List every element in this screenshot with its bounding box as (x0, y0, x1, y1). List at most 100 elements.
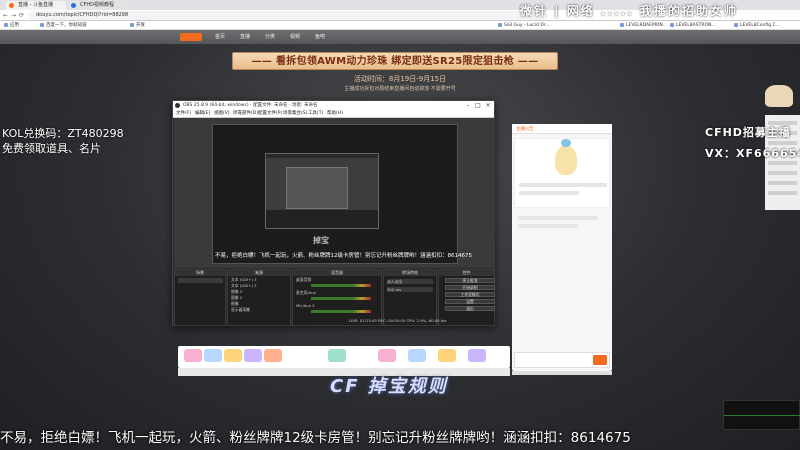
mixer-track-label: 桌面音频 (296, 277, 312, 282)
obs-app-icon (175, 103, 180, 108)
gift-icon[interactable] (184, 349, 202, 362)
bookmark-label: LEVEL8Config C... (740, 23, 780, 28)
bookmark-item[interactable]: 应用 (4, 22, 19, 29)
bookmark-label: 应用 (10, 23, 19, 28)
monitor-line (724, 415, 800, 416)
side-row (768, 191, 797, 195)
chat-footer (512, 371, 612, 375)
gift-icon[interactable] (264, 349, 282, 362)
source-item[interactable]: 图像 3 (231, 289, 242, 294)
source-item[interactable]: 图像 (231, 301, 239, 306)
audio-meter (311, 284, 371, 287)
bookmark-icon (670, 22, 674, 27)
chat-input[interactable] (514, 352, 610, 368)
side-row (768, 161, 797, 165)
source-item[interactable]: 文本 (GDI+) 3 (231, 277, 257, 282)
source-item[interactable]: 显示器采集 (231, 307, 250, 312)
gift-bar (178, 346, 510, 368)
start-recording-button[interactable]: 开始录制 (445, 285, 495, 290)
sources-dock: 来源 文本 (GDI+) 3 文本 (GDI+) 2 图像 3 图像 2 图像 … (227, 269, 291, 326)
bookmark-item[interactable]: 开发 (130, 22, 145, 29)
rules-logo: CF 掉宝规则 (330, 376, 448, 397)
bottom-ticker: 不易，拒绝白嫖！飞机一起玩，火箭、粉丝牌牌12级卡房管！别忘记升粉丝牌牌哟！涵涵… (0, 430, 631, 446)
kol-code: KOL兑换码：ZT480298 (2, 127, 124, 140)
controls-header: 控件 (439, 270, 494, 276)
source-item[interactable]: 图像 2 (231, 295, 242, 300)
nav-category[interactable]: 分类 (265, 34, 275, 41)
reload-icon[interactable]: ⟳ (19, 11, 24, 20)
bookmark-item[interactable]: Sail Guy - Lucid Dr... (498, 22, 550, 29)
gift-icon[interactable] (224, 349, 242, 362)
mixer-track-label: 麦克风/Aux (296, 290, 316, 295)
tab-label: CFHD视频教程 (80, 2, 114, 8)
obs-titlebar: OBS 25.8.9 (64-bit, windows) - 配置文件: 未命名… (173, 101, 494, 110)
card-line (519, 191, 579, 195)
menu-profile[interactable]: 配置文件(P) (258, 110, 282, 118)
obs-preview[interactable]: 掉宝 不易，拒绝白嫖！飞机一起玩，火箭、粉丝牌牌12级卡房管！别忘记升粉丝牌牌哟… (174, 118, 495, 268)
douyu-tab-icon (9, 3, 14, 8)
bookmark-icon (498, 22, 502, 27)
mascot-decoration (765, 85, 793, 107)
menu-edit[interactable]: 编辑(E) (195, 110, 210, 118)
preview-canvas: 掉宝 不易，拒绝白嫖！飞机一起玩，火箭、粉丝牌牌12级卡房管！别忘记升粉丝牌牌哟… (212, 124, 472, 264)
transitions-header: 转场特效 (384, 270, 436, 276)
gift-icon[interactable] (204, 349, 222, 362)
duration-input[interactable]: 300 ms (387, 287, 433, 292)
top-marquee: 微针 | 网络 ..... 我播的招助女帅 (520, 4, 738, 18)
menu-tools[interactable]: 工具(T) (308, 110, 323, 118)
chat-header: 主播公告 (512, 124, 612, 134)
gift-icon[interactable] (408, 349, 426, 362)
close-icon[interactable]: × (483, 101, 493, 110)
menu-scene-collection[interactable]: 场景集合(S) (283, 110, 307, 118)
browser-tab-cfhd[interactable]: CFHD视频教程 (68, 1, 128, 10)
obs-statusbar: LIVE: 01:23:45 REC: 00:00:00 CPU: 2.9%, … (349, 318, 447, 323)
bookmark-item[interactable]: 百度一下，你就知道 (40, 22, 87, 29)
gift-icon[interactable] (468, 349, 486, 362)
scene-item[interactable] (178, 278, 223, 283)
send-button[interactable] (593, 355, 607, 365)
back-icon[interactable]: ← (3, 11, 8, 20)
menu-help[interactable]: 帮助(H) (327, 110, 343, 118)
settings-button[interactable]: 设置 (445, 299, 495, 304)
bookmark-icon (40, 22, 44, 27)
chat-message (518, 216, 598, 220)
menu-file[interactable]: 文件(F) (176, 110, 191, 118)
nested-preview-inner (286, 167, 348, 209)
gift-icon[interactable] (244, 349, 262, 362)
bookmark-label: Sail Guy - Lucid Dr... (504, 23, 550, 28)
card-line (519, 183, 607, 187)
browser-tab-douyu[interactable]: 直播 - 斗鱼直播 (6, 1, 66, 10)
nested-titlebar (266, 154, 378, 158)
gift-icon[interactable] (438, 349, 456, 362)
gift-icon[interactable] (378, 349, 396, 362)
chat-tab-announcement[interactable]: 主播公告 (516, 126, 534, 132)
menu-view[interactable]: 视图(V) (214, 110, 230, 118)
bookmark-icon (130, 22, 134, 27)
douyu-logo[interactable] (180, 33, 202, 41)
source-item[interactable]: 文本 (GDI+) 2 (231, 283, 257, 288)
nav-home[interactable]: 首页 (215, 34, 225, 41)
forward-icon[interactable]: → (11, 11, 16, 20)
nav-fishbar[interactable]: 鱼吧 (315, 34, 325, 41)
preview-ticker: 不易，拒绝白嫖！飞机一起玩，火箭、粉丝牌牌12级卡房管！别忘记升粉丝牌牌哟！涵涵… (215, 253, 472, 259)
tab-label: 直播 - 斗鱼直播 (18, 2, 53, 8)
menu-docks[interactable]: 停靠部件(D) (233, 110, 258, 118)
studio-mode-button[interactable]: 工作室模式 (445, 292, 495, 297)
bookmark-item[interactable]: LEVEL8ASTRON... (670, 22, 716, 29)
event-time: 活动时间：8月19日-9月15日 (353, 75, 447, 83)
mixer-track-label: Mic/Aux 2 (296, 303, 315, 308)
bookmark-label: LEVEL8ASTRON... (676, 23, 716, 28)
bookmark-item[interactable]: LEVEL8Config C... (734, 22, 780, 29)
announcement-card (514, 138, 610, 208)
stop-streaming-button[interactable]: 停止推流 (445, 278, 495, 283)
exit-button[interactable]: 退出 (445, 306, 495, 311)
audio-meter (311, 297, 371, 300)
transition-select[interactable]: 淡入淡出 (387, 279, 433, 284)
gift-icon[interactable] (328, 349, 346, 362)
maximize-icon[interactable]: □ (473, 101, 483, 110)
nav-live[interactable]: 直播 (240, 34, 250, 41)
bookmark-item[interactable]: LEVEL8DAEMON... (620, 22, 667, 29)
url-input[interactable]: douyu.com/topic/CFHDQl?rid=88298 (28, 11, 548, 20)
nav-video[interactable]: 视频 (290, 34, 300, 41)
minimize-icon[interactable]: – (463, 101, 473, 110)
